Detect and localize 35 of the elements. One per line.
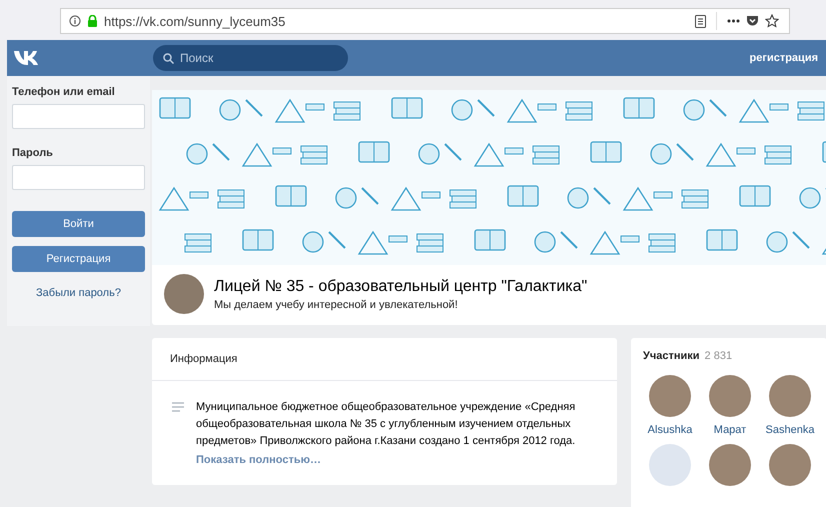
info-icon[interactable] [69, 15, 81, 27]
members-count: 2 831 [704, 350, 732, 362]
members-title: Участники [643, 350, 700, 362]
field-label: Пароль [12, 147, 54, 159]
login-button[interactable]: Войти [12, 211, 145, 237]
forgot-password-link[interactable]: Забыли пароль? [12, 287, 145, 299]
member-name[interactable]: Sashenka [766, 424, 814, 436]
logo-icon[interactable] [13, 50, 41, 66]
group-title: Лицей № 35 - образовательный центр "Галактика" [214, 278, 588, 296]
show-more-link[interactable]: Показать полностью… [196, 454, 321, 466]
input-field[interactable] [12, 104, 145, 129]
member-name[interactable]: Марат [714, 424, 746, 436]
avatar-placeholder[interactable] [769, 375, 811, 417]
group-status: Мы делаем учебу интересной и увлекательной! [214, 298, 459, 310]
star-icon[interactable] [765, 14, 779, 28]
avatar-placeholder[interactable] [709, 444, 751, 486]
more-icon[interactable] [727, 19, 740, 23]
lock-icon [87, 15, 98, 27]
avatar-placeholder[interactable] [769, 444, 811, 486]
input-field[interactable] [12, 165, 145, 190]
search-field[interactable]: Поиск [153, 45, 348, 71]
avatar-placeholder[interactable] [709, 375, 751, 417]
avatar-placeholder[interactable] [649, 375, 691, 417]
search-icon [163, 52, 174, 64]
register-link[interactable]: регистрация [750, 52, 818, 64]
member-name[interactable]: Alsushka [648, 424, 692, 436]
description-icon [172, 402, 184, 412]
url-text[interactable]: https://vk.com/sunny_lyceum35 [104, 14, 286, 28]
info-title: Информация [152, 338, 617, 381]
reader-icon[interactable] [695, 14, 706, 28]
register-button[interactable]: Регистрация [12, 246, 145, 272]
pocket-icon[interactable] [746, 15, 759, 27]
field-label: Телефон или email [12, 86, 116, 98]
description-text: Муниципальное бюджетное общеобразовательное учреждение «Средняя общеобразовательная школа № 35 с углубленным изучением отдельных предметов» Приволжского района г.Казани создано 1 сентября 2012 года. [196, 400, 576, 449]
group-avatar[interactable] [164, 274, 204, 314]
